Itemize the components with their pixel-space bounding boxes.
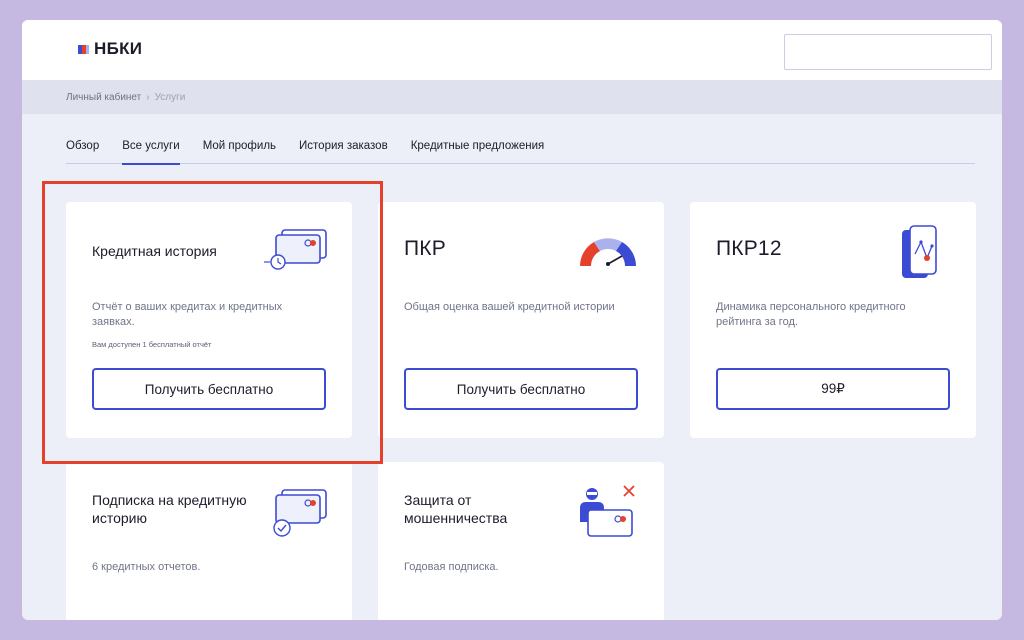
- browser-frame: НБКИ Личный кабинет › Услуги Обзор Все у…: [22, 20, 1002, 620]
- breadcrumb-separator: ›: [146, 91, 150, 103]
- card-title: ПКР: [404, 237, 446, 260]
- card-credit-history: Кредитная история Отчёт о ваших кредитах…: [66, 202, 352, 438]
- logo-text: НБКИ: [94, 39, 143, 58]
- get-free-button[interactable]: Получить бесплатно: [92, 368, 326, 410]
- tab-bar: Обзор Все услуги Мой профиль История зак…: [66, 136, 975, 165]
- logo-icon: [78, 45, 89, 54]
- credit-card-history-icon: [264, 229, 327, 270]
- card-pkr: ПКР Общая оценка вашей кредитной истории…: [378, 202, 664, 438]
- tab-credit-offers[interactable]: Кредитные предложения: [411, 136, 545, 163]
- card-fraud-protection: Защита от мошенничества Годовая подписка…: [378, 462, 664, 620]
- card-free-report-note: Вам доступен 1 бесплатный отчёт: [92, 340, 212, 349]
- card-description: Годовая подписка.: [404, 561, 499, 573]
- tab-my-profile[interactable]: Мой профиль: [203, 136, 276, 163]
- breadcrumb-item-cabinet[interactable]: Личный кабинет: [66, 92, 141, 103]
- tab-all-services[interactable]: Все услуги: [122, 136, 181, 165]
- speedometer-icon: [580, 238, 636, 266]
- header-search-input[interactable]: [784, 34, 992, 70]
- site-header: НБКИ: [22, 20, 1002, 80]
- card-description: Отчёт о ваших кредитах и кредитных заявк…: [92, 301, 283, 328]
- fraud-protection-icon: [580, 485, 635, 537]
- card-title: Подписка на кредитную историю: [92, 492, 247, 526]
- card-check-icon: [273, 489, 327, 537]
- breadcrumb-item-services: Услуги: [154, 91, 186, 103]
- card-description: 6 кредитных отчетов.: [92, 561, 201, 573]
- card-title: Кредитная история: [92, 243, 217, 259]
- breadcrumb: Личный кабинет › Услуги: [22, 80, 1002, 114]
- tab-order-history[interactable]: История заказов: [299, 136, 388, 163]
- tab-overview[interactable]: Обзор: [66, 136, 99, 163]
- get-free-button[interactable]: Получить бесплатно: [404, 368, 638, 410]
- card-title: ПКР12: [716, 237, 782, 260]
- card-title: Защита от мошенничества: [404, 492, 508, 526]
- card-description: Динамика персонального кредитного рейтин…: [716, 301, 906, 328]
- card-pkr12: ПКР12 Динамика персонального кредитного …: [690, 202, 976, 438]
- card-description: Общая оценка вашей кредитной истории: [404, 301, 615, 313]
- phone-chart-icon: [902, 225, 937, 278]
- card-subscription: Подписка на кредитную историю 6 кредитны…: [66, 462, 352, 620]
- buy-button[interactable]: 99₽: [716, 368, 950, 410]
- logo[interactable]: НБКИ: [78, 39, 142, 59]
